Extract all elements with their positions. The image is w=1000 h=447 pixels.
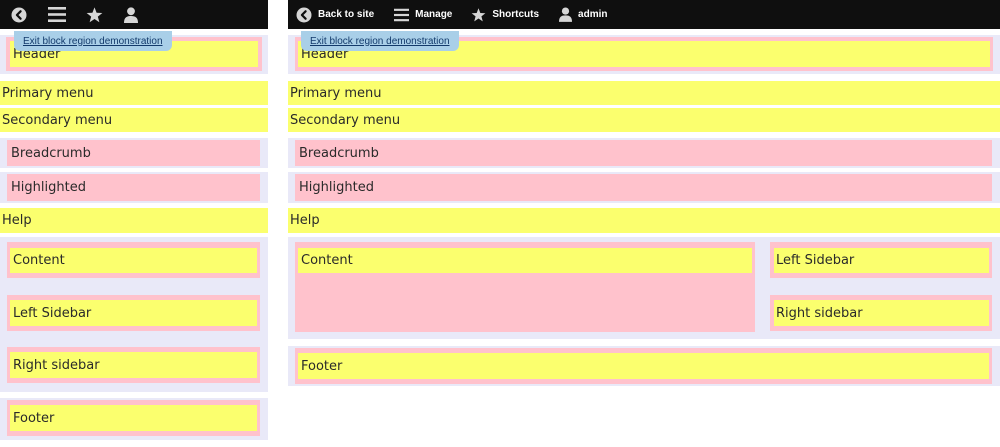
- right-sidebar-region: Right sidebar: [10, 352, 257, 378]
- user-icon: [559, 7, 573, 22]
- admin-toolbar: Back to site Manage Shortcuts admin: [288, 0, 1000, 29]
- content-region: Content: [10, 248, 257, 273]
- manage-button[interactable]: [48, 0, 66, 29]
- user-button[interactable]: [124, 0, 138, 29]
- footer-region: Footer: [10, 405, 257, 431]
- breadcrumb-region: Breadcrumb: [295, 140, 992, 166]
- manage-button[interactable]: Manage: [394, 0, 452, 29]
- back-to-site-button[interactable]: Back to site: [296, 0, 374, 29]
- footer-region: Footer: [298, 353, 989, 379]
- shortcuts-button[interactable]: [86, 0, 103, 29]
- left-sidebar-region: Left Sidebar: [774, 248, 989, 273]
- back-to-site-button[interactable]: [11, 0, 27, 29]
- user-icon: [124, 6, 138, 23]
- left-sidebar-region: Left Sidebar: [10, 300, 257, 326]
- breadcrumb-region: Breadcrumb: [7, 140, 260, 166]
- hamburger-menu-icon: [48, 7, 66, 22]
- highlighted-region: Highlighted: [295, 174, 992, 201]
- back-arrow-circle-icon: [296, 7, 312, 23]
- shortcuts-label: Shortcuts: [492, 9, 540, 20]
- exit-block-region-demo-link[interactable]: Exit block region demonstration: [301, 31, 459, 51]
- star-icon: [86, 6, 103, 23]
- back-arrow-circle-icon: [11, 7, 27, 23]
- secondary-menu-region: Secondary menu: [0, 108, 268, 132]
- back-to-site-label: Back to site: [318, 9, 375, 20]
- highlighted-region: Highlighted: [7, 174, 260, 201]
- primary-menu-region: Primary menu: [0, 81, 268, 105]
- help-region: Help: [0, 208, 268, 233]
- narrow-layout-panel: Exit block region demonstration Header P…: [0, 0, 268, 447]
- help-region: Help: [288, 208, 1000, 233]
- admin-toolbar: [0, 0, 268, 29]
- user-label: admin: [578, 9, 608, 20]
- shortcuts-button[interactable]: Shortcuts: [471, 0, 539, 29]
- right-sidebar-region: Right sidebar: [774, 300, 989, 326]
- star-icon: [471, 7, 486, 22]
- hamburger-menu-icon: [394, 8, 410, 22]
- primary-menu-region: Primary menu: [288, 81, 1000, 105]
- content-region: Content: [298, 248, 752, 273]
- exit-block-region-demo-link[interactable]: Exit block region demonstration: [14, 31, 172, 51]
- manage-label: Manage: [415, 9, 453, 20]
- secondary-menu-region: Secondary menu: [288, 108, 1000, 132]
- wide-layout-panel: Back to site Manage Shortcuts admin Exit…: [288, 0, 1000, 447]
- user-button[interactable]: admin: [559, 0, 608, 29]
